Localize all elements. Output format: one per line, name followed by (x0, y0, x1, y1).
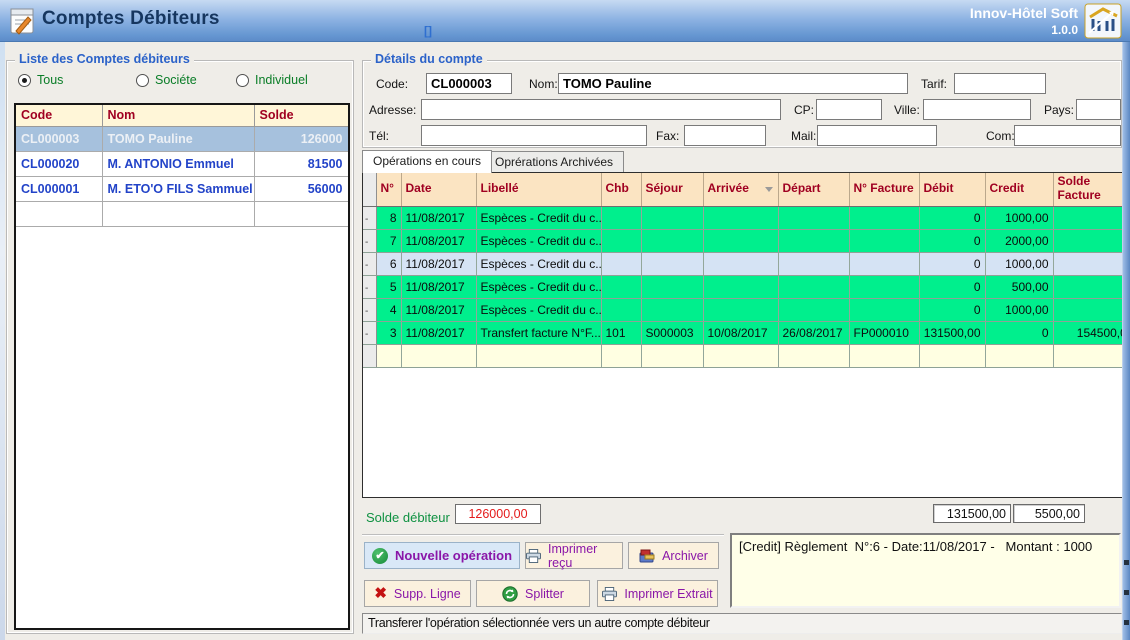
brand-version: 1.0.0 (970, 23, 1078, 38)
col-header-credit[interactable]: Credit (985, 173, 1053, 206)
col-header-code[interactable]: Code (16, 105, 102, 126)
buttons-panel-divider (362, 534, 724, 536)
col-header-n[interactable]: N° (376, 173, 401, 206)
splitter-button[interactable]: Splitter (476, 580, 590, 607)
delete-x-icon: ✖ (374, 586, 387, 601)
col-header-debit[interactable]: Débit (919, 173, 985, 206)
pays-field[interactable] (1076, 99, 1121, 120)
operation-row-selected[interactable]: - 6 11/08/2017 Espèces - Credit du c... … (363, 252, 1122, 275)
title-decoration: [] (424, 24, 432, 38)
clients-grid: Code Nom Solde CL000003 TOMO Pauline 126… (14, 103, 350, 630)
pays-label: Pays: (1044, 103, 1074, 117)
radio-dot-icon (236, 74, 249, 87)
imprimer-extrait-button[interactable]: Imprimer Extrait (597, 580, 718, 607)
notepad-icon (9, 7, 36, 35)
window-left-edge (0, 42, 5, 640)
radio-individuel[interactable]: Individuel (236, 73, 308, 87)
fax-label: Fax: (656, 129, 679, 143)
printer-icon (602, 587, 617, 601)
tel-field[interactable] (421, 125, 647, 146)
total-credit-box: 5500,00 (1013, 504, 1085, 523)
code-label: Code: (376, 77, 408, 91)
solde-debiteur-value: 126000,00 (455, 504, 541, 524)
client-row-empty[interactable] (16, 201, 348, 226)
status-bar: Transferer l'opération sélectionnée vers… (362, 613, 1122, 634)
operation-row[interactable]: - 7 11/08/2017 Espèces - Credit du c... … (363, 229, 1122, 252)
col-header-nom[interactable]: Nom (102, 105, 254, 126)
row-header-corner (363, 173, 376, 206)
client-row-selected[interactable]: CL000003 TOMO Pauline 126000 (16, 126, 348, 151)
nouvelle-operation-button[interactable]: ✔ Nouvelle opération (364, 542, 520, 569)
refresh-globe-icon (502, 586, 518, 602)
tel-label: Tél: (369, 129, 389, 143)
client-row[interactable]: CL000020 M. ANTONIO Emmuel 81500 (16, 151, 348, 176)
comptes-debiteurs-window: Comptes Débiteurs [] Innov-Hôtel Soft 1.… (0, 0, 1130, 640)
operation-row[interactable]: - 5 11/08/2017 Espèces - Credit du c... … (363, 275, 1122, 298)
com-field[interactable] (1014, 125, 1121, 146)
ville-field[interactable] (923, 99, 1031, 120)
tab-operations-en-cours[interactable]: Opérations en cours (362, 150, 492, 173)
imprimer-recu-button[interactable]: Imprimer reçu (525, 542, 623, 569)
radio-societe[interactable]: Sociéte (136, 73, 197, 87)
fax-field[interactable] (684, 125, 766, 146)
mail-field[interactable] (817, 125, 937, 146)
clients-group-label: Liste des Comptes débiteurs (15, 52, 194, 66)
title-bar: Comptes Débiteurs [] Innov-Hôtel Soft 1.… (0, 0, 1130, 42)
solde-debiteur-label: Solde débiteur (366, 510, 450, 525)
col-header-libelle[interactable]: Libellé (476, 173, 601, 206)
brand-name: Innov-Hôtel Soft (970, 5, 1078, 23)
col-header-depart[interactable]: Départ (778, 173, 849, 206)
printer-icon (526, 549, 541, 563)
cp-label: CP: (794, 103, 814, 117)
col-header-solde-facture[interactable]: Solde Facture (1053, 173, 1122, 206)
cp-field[interactable] (816, 99, 882, 120)
check-circle-icon: ✔ (372, 548, 388, 564)
window-right-edge (1122, 42, 1130, 640)
operation-row-empty[interactable] (363, 344, 1122, 367)
tab-operations-archivees[interactable]: Oprérations Archivées (484, 151, 624, 173)
col-header-chb[interactable]: Chb (601, 173, 641, 206)
ville-label: Ville: (894, 103, 920, 117)
operations-header-row: N° Date Libellé Chb Séjour Arrivée Dépar… (363, 173, 1122, 206)
col-header-solde[interactable]: Solde (254, 105, 348, 126)
radio-tous[interactable]: Tous (18, 73, 63, 87)
hotel-logo-icon (1084, 3, 1122, 39)
radio-dot-icon (136, 74, 149, 87)
code-field[interactable] (426, 73, 512, 94)
operation-detail-message: [Credit] Règlement N°:6 - Date:11/08/201… (730, 533, 1121, 608)
com-label: Com: (986, 129, 1015, 143)
adresse-field[interactable] (421, 99, 781, 120)
archive-icon (639, 549, 655, 563)
total-debit-box: 131500,00 (933, 504, 1011, 523)
details-groupbox: Détails du compte Code: Nom: Tarif: Adre… (362, 60, 1122, 148)
sort-indicator-icon (765, 187, 773, 192)
client-row[interactable]: CL000001 M. ETO'O FILS Sammuel 56000 (16, 176, 348, 201)
operations-grid: N° Date Libellé Chb Séjour Arrivée Dépar… (362, 172, 1122, 498)
nom-field[interactable] (558, 73, 908, 94)
col-header-date[interactable]: Date (401, 173, 476, 206)
details-group-label: Détails du compte (371, 52, 487, 66)
adresse-label: Adresse: (369, 103, 416, 117)
radio-dot-icon (18, 74, 31, 87)
archiver-button[interactable]: Archiver (628, 542, 719, 569)
mail-label: Mail: (791, 129, 816, 143)
supprimer-ligne-button[interactable]: ✖ Supp. Ligne (364, 580, 471, 607)
col-header-arrivee[interactable]: Arrivée (703, 173, 778, 206)
tarif-field[interactable] (954, 73, 1046, 94)
nom-label: Nom: (529, 77, 558, 91)
page-title: Comptes Débiteurs (42, 8, 220, 30)
operation-row[interactable]: - 8 11/08/2017 Espèces - Credit du c... … (363, 206, 1122, 229)
operation-row[interactable]: - 4 11/08/2017 Espèces - Credit du c... … (363, 298, 1122, 321)
tarif-label: Tarif: (921, 77, 947, 91)
brand-block: Innov-Hôtel Soft 1.0.0 (970, 5, 1078, 38)
col-header-facture[interactable]: N° Facture (849, 173, 919, 206)
operation-row[interactable]: - 3 11/08/2017 Transfert facture N°F... … (363, 321, 1122, 344)
col-header-sejour[interactable]: Séjour (641, 173, 703, 206)
